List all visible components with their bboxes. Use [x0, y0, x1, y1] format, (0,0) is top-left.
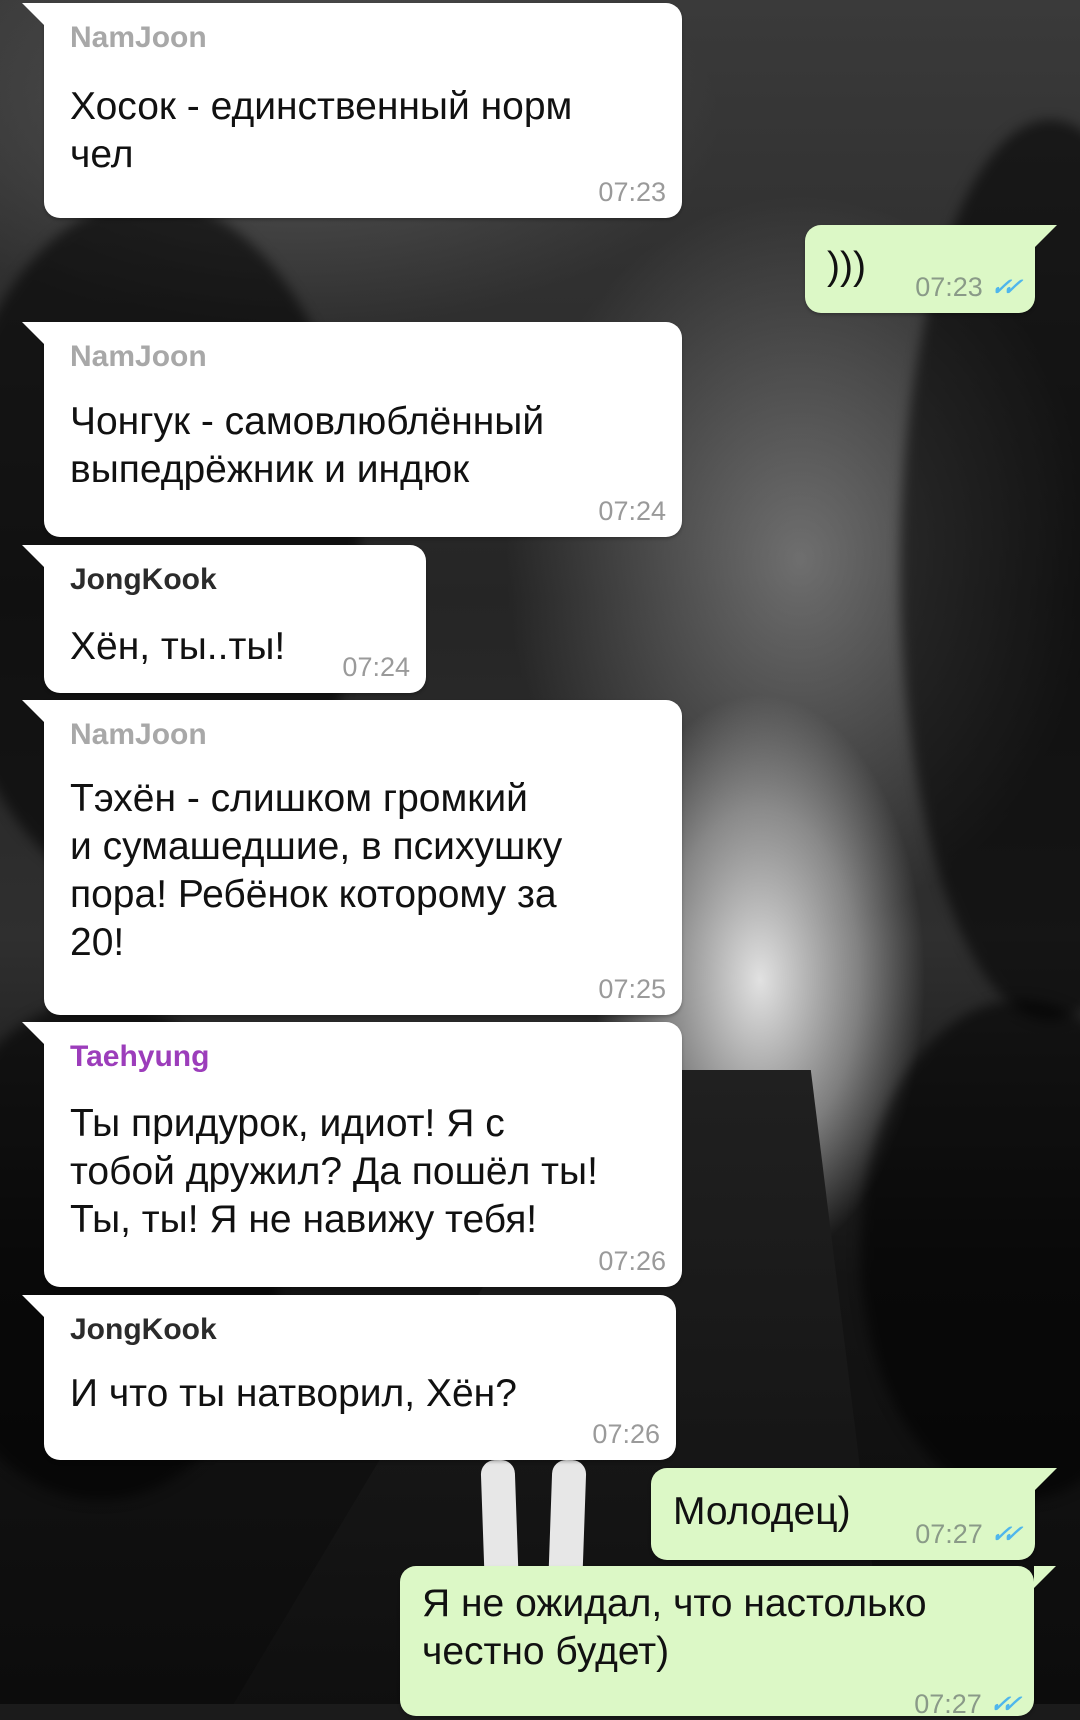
- double-check-icon: ✓✓: [987, 274, 1020, 301]
- message-bubble[interactable]: NamJoon Хосок - единственный норм чел 07…: [22, 3, 682, 218]
- message-text: Хён, ты..ты!: [70, 625, 286, 668]
- message-text: Ты придурок, идиот! Я с тобой дружил? Да…: [70, 1102, 598, 1241]
- sender-name: Taehyung: [70, 1040, 210, 1073]
- double-check-icon: ✓✓: [986, 1691, 1019, 1718]
- message-text: Молодец): [673, 1490, 851, 1533]
- message-text: И что ты натворил, Хён?: [70, 1372, 517, 1415]
- message-bubble-outgoing[interactable]: Молодец) 07:27 ✓✓: [651, 1468, 1057, 1560]
- message-bubble-outgoing[interactable]: Я не ожидал, что настолько честно будет)…: [400, 1566, 1056, 1719]
- message-time: 07:26: [598, 1246, 666, 1276]
- sender-name: NamJoon: [70, 340, 207, 373]
- sender-name: JongKook: [70, 563, 217, 596]
- message-text: Чонгук - самовлюблённый выпедрёжник и ин…: [70, 400, 545, 491]
- message-bubble[interactable]: NamJoon Тэхён - слишком громкий и сумаше…: [22, 700, 682, 1015]
- message-text: ))): [827, 245, 866, 288]
- sender-name: NamJoon: [70, 21, 207, 54]
- message-time: 07:27 ✓✓: [914, 1689, 1019, 1719]
- message-time: 07:24: [342, 652, 410, 682]
- message-text: Хосок - единственный норм чел: [70, 85, 573, 176]
- message-time: 07:24: [598, 496, 666, 526]
- sender-name: JongKook: [70, 1313, 217, 1346]
- message-bubble-outgoing[interactable]: ))) 07:23 ✓✓: [805, 225, 1057, 313]
- message-text: Тэхён - слишком громкий и сумашедшие, в …: [70, 777, 563, 964]
- message-time: 07:26: [592, 1419, 660, 1449]
- message-time: 07:25: [598, 974, 666, 1004]
- message-text: Я не ожидал, что настолько честно будет): [422, 1582, 927, 1673]
- message-bubble[interactable]: Taehyung Ты придурок, идиот! Я с тобой д…: [22, 1022, 682, 1287]
- sender-name: NamJoon: [70, 718, 207, 751]
- message-bubble[interactable]: NamJoon Чонгук - самовлюблённый выпедрёж…: [22, 322, 682, 537]
- message-time: 07:27 ✓✓: [915, 1519, 1020, 1549]
- message-time: 07:23 ✓✓: [915, 272, 1020, 302]
- double-check-icon: ✓✓: [987, 1521, 1020, 1548]
- message-bubble[interactable]: JongKook Хён, ты..ты! 07:24: [22, 545, 426, 693]
- message-bubble[interactable]: JongKook И что ты натворил, Хён? 07:26: [22, 1295, 676, 1460]
- message-time: 07:23: [598, 177, 666, 207]
